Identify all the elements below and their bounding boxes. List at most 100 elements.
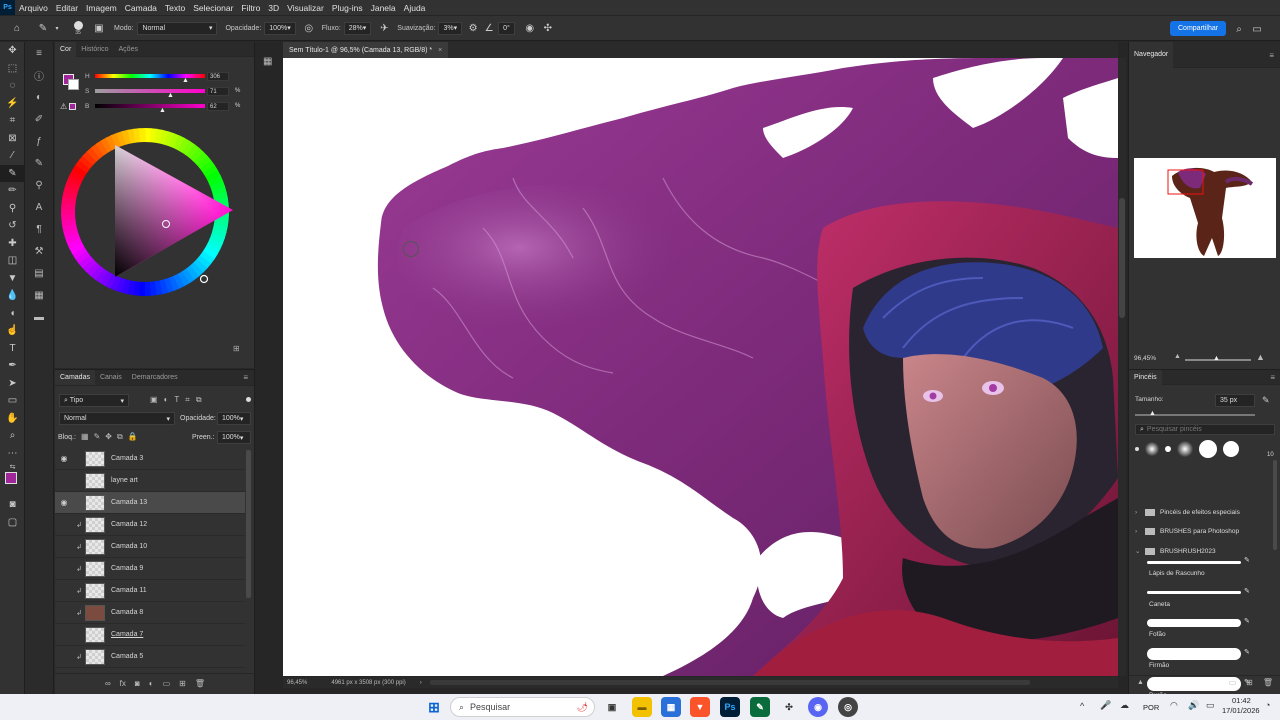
filter-shape-icon[interactable]: ⌗ [185, 395, 190, 405]
pencil-tool-icon[interactable]: ✏ [0, 182, 25, 200]
panel-menu-icon[interactable]: ≡ [1270, 373, 1275, 382]
screen-mode-icon[interactable]: ▢ [0, 514, 25, 532]
web-color-swatch[interactable] [69, 103, 76, 110]
tab-a-es[interactable]: Ações [114, 46, 143, 53]
layer-row[interactable]: ↲ Camada 5 [55, 646, 245, 668]
hue-slider-handle[interactable]: ▲ [182, 77, 189, 84]
layer-row[interactable]: ↲ Camada 10 [55, 536, 245, 558]
photoshop-logo-icon[interactable]: Ps [0, 0, 15, 15]
brush-search-input[interactable]: ⌕ Pesquisar pincéis [1135, 424, 1275, 435]
share-button[interactable]: Compartilhar [1170, 21, 1227, 36]
brush-stroke-preview[interactable] [1147, 560, 1241, 564]
home-icon[interactable]: ⌂ [10, 21, 24, 35]
task-view-icon[interactable]: ▣ [602, 697, 622, 717]
navigator-preview[interactable] [1134, 158, 1276, 258]
microsoft-store-icon[interactable]: ▦ [661, 697, 681, 717]
tool-presets-icon[interactable]: ⚒ [25, 240, 53, 262]
layer-row[interactable]: layne art [55, 470, 245, 492]
lock-position-icon[interactable]: ✥ [105, 432, 112, 442]
angle-input[interactable]: 0° [498, 21, 515, 35]
brush-item-label[interactable]: Caneta [1149, 601, 1280, 608]
brush-preset[interactable] [1199, 440, 1217, 458]
menu-plug-ins[interactable]: Plug-ins [328, 3, 367, 13]
more-tools-icon[interactable]: ⋯ [0, 445, 25, 463]
layer-filter-select[interactable]: ⌕ Tipo ▾ [59, 394, 129, 407]
navigator-zoom-handle[interactable]: ▲ [1213, 355, 1220, 362]
pinwheel-app-icon[interactable]: ✣ [779, 697, 799, 717]
layer-row[interactable]: ↲ Camada 11 [55, 580, 245, 602]
search-icon[interactable]: ⌕ [1232, 22, 1246, 36]
brush-stroke-preview[interactable] [1147, 647, 1241, 660]
fx-icon[interactable]: ƒ [25, 130, 53, 152]
libraries-icon[interactable]: ▤ [25, 262, 53, 284]
mode-select[interactable]: Normal ▾ [137, 21, 218, 35]
smudge-tool-icon[interactable]: ☝ [0, 322, 25, 340]
swatches-icon[interactable]: ▦ [25, 284, 53, 306]
vertical-scrollbar[interactable] [1118, 58, 1126, 676]
taskbar-time[interactable]: 01:42 [1232, 696, 1251, 705]
brush-item-label[interactable]: Fofão [1149, 631, 1280, 638]
menu-arquivo[interactable]: Arquivo [15, 3, 52, 13]
notification-icon[interactable]: ◔ [1265, 700, 1270, 710]
brush-size-input[interactable]: 35 px [1215, 394, 1255, 407]
hue-ring-marker[interactable] [199, 274, 209, 284]
arrange-documents-icon[interactable]: ▦ [263, 56, 272, 67]
info-icon[interactable]: ⓘ [25, 64, 53, 86]
onedrive-icon[interactable]: ☁ [1120, 700, 1129, 711]
menu-selecionar[interactable]: Selecionar [189, 3, 237, 13]
history-brush-tool-icon[interactable]: ↺ [0, 217, 25, 235]
character-icon[interactable]: A [25, 196, 53, 218]
brush-preset-picker[interactable]: 35 [70, 20, 86, 36]
brush-item-label[interactable]: Firmão [1149, 662, 1280, 669]
gradients-icon[interactable]: ▬ [25, 306, 53, 328]
file-explorer-icon[interactable]: ▬ [632, 697, 652, 717]
chevron-right-icon[interactable]: › [420, 680, 422, 686]
saturation-slider[interactable] [95, 89, 205, 93]
zoom-out-icon[interactable]: ▲ [1174, 353, 1181, 360]
new-group-icon[interactable]: ▭ [163, 679, 171, 688]
brush-settings-icon[interactable]: ✎ [25, 152, 53, 174]
edit-brush-icon[interactable]: ✎ [1244, 617, 1250, 625]
layer-row[interactable]: ↲ Camada 12 [55, 514, 245, 536]
fx-icon[interactable]: fx [120, 679, 126, 688]
paragraph-icon[interactable]: ¶ [25, 218, 53, 240]
layer-list-scrollbar[interactable] [246, 450, 251, 598]
zoom-tool-icon[interactable]: ⌕ [0, 427, 25, 445]
filter-adjustment-icon[interactable]: ◐ [164, 395, 169, 405]
brush-preset[interactable] [1165, 446, 1171, 452]
healing-brush-tool-icon[interactable]: ✚ [0, 235, 25, 253]
menu-visualizar[interactable]: Visualizar [283, 3, 328, 13]
properties-icon[interactable]: ≡ [25, 42, 53, 64]
wifi-icon[interactable]: ◠ [1170, 700, 1178, 711]
battery-icon[interactable]: ▭ [1206, 700, 1215, 711]
hue-value-input[interactable]: 306 [207, 72, 229, 81]
opacity-input[interactable]: 100% ▾ [264, 21, 296, 35]
brush-folder[interactable]: ⌄ BRUSHRUSH2023 [1135, 547, 1275, 555]
frame-tool-icon[interactable]: ⊠ [0, 130, 25, 148]
language-indicator[interactable]: POR [1143, 703, 1159, 712]
trash-icon[interactable]: 🗑 [195, 679, 205, 688]
path-select-tool-icon[interactable]: ➤ [0, 375, 25, 393]
saturation-slider-handle[interactable]: ▲ [167, 92, 174, 99]
eyedropper-tool-icon[interactable]: ⁄ [0, 147, 25, 165]
tab-canais[interactable]: Canais [95, 374, 127, 381]
visibility-eye-icon[interactable]: ◉ [55, 498, 73, 507]
object-select-tool-icon[interactable]: ⚡ [0, 95, 25, 113]
adjustment-layer-icon[interactable]: ◐ [149, 679, 154, 688]
artwork-canvas[interactable] [283, 58, 1118, 676]
background-color-swatch[interactable] [68, 79, 79, 90]
airbrush-icon[interactable]: ✈ [377, 21, 391, 35]
chrome-icon[interactable]: ◎ [838, 697, 858, 717]
foreground-color-swatch[interactable] [5, 472, 17, 484]
discord-icon[interactable]: ◉ [808, 697, 828, 717]
brush-tool-icon[interactable]: ✎ [36, 21, 50, 35]
tab-hist-rico[interactable]: Histórico [76, 46, 113, 53]
brush-preset[interactable] [1223, 441, 1239, 457]
add-mask-icon[interactable]: ◙ [135, 679, 140, 688]
lock-transparency-icon[interactable]: ▦ [81, 432, 89, 442]
brightness-slider[interactable] [95, 104, 205, 108]
blur-tool-icon[interactable]: 💧 [0, 287, 25, 305]
menu-imagem[interactable]: Imagem [82, 3, 121, 13]
clone-stamp-tool-icon[interactable]: ⚲ [0, 200, 25, 218]
adjustments-icon[interactable]: ◐ [25, 86, 53, 108]
